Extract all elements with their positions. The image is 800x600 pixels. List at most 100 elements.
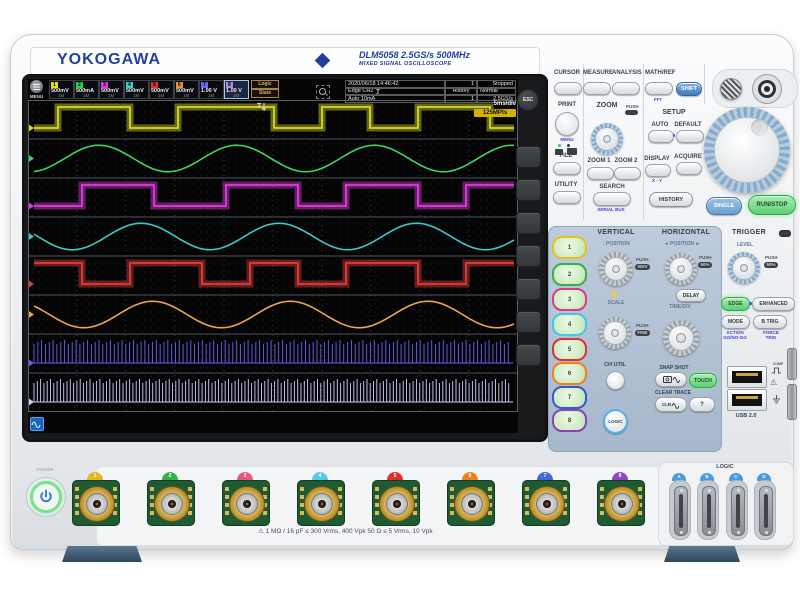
delay-button[interactable]: DELAY <box>676 289 706 302</box>
channel-1-button[interactable]: 1 <box>552 236 587 259</box>
channel-6-button[interactable]: 6 <box>552 362 587 385</box>
softkey-1[interactable] <box>516 146 541 168</box>
file-button[interactable] <box>553 162 581 175</box>
cursor-label: CURSOR <box>554 70 581 76</box>
edge-button[interactable]: EDGE <box>721 297 750 311</box>
print-menu-label: MENU <box>560 137 574 142</box>
cursor-button[interactable] <box>554 82 582 95</box>
horizontal-position-knob[interactable] <box>665 253 697 285</box>
waveform-display[interactable]: T <box>28 100 518 412</box>
channel-2-button[interactable]: 2 <box>552 263 587 286</box>
softkey-7[interactable] <box>516 344 541 366</box>
ch-util-label: CH UTIL <box>604 362 626 368</box>
ch-util-button[interactable] <box>606 371 625 390</box>
utility-label: UTILITY <box>554 182 578 188</box>
waveform-thumbnail-icon[interactable] <box>30 417 44 431</box>
bnc-input-1: 1 <box>69 472 121 534</box>
shift-button[interactable]: SHIFT <box>676 82 702 96</box>
state-chip[interactable]: State <box>251 89 279 98</box>
serial-bus-label: SERIAL BUS <box>597 207 625 212</box>
default-label: DEFAULT <box>674 122 702 128</box>
softkey-5[interactable] <box>516 278 541 300</box>
softkey-6[interactable] <box>516 311 541 333</box>
mode-button[interactable]: MODE <box>721 315 750 329</box>
utility-button[interactable] <box>553 191 581 204</box>
single-button[interactable]: SINGLE <box>706 197 742 215</box>
snap-shot-button[interactable] <box>655 372 687 387</box>
channel-badge-4[interactable]: 4 500mV 1M <box>124 80 149 99</box>
xy-label: X - Y <box>652 178 662 183</box>
channel-impedance: 1M <box>133 93 140 98</box>
run-stop-button[interactable]: RUN/STOP <box>748 195 796 215</box>
logic-port-a <box>669 480 691 540</box>
acquire-button[interactable] <box>676 162 702 175</box>
brand-bar: YOKOGAWA DLM5058 2.5GS/s 500MHz MIXED SI… <box>30 47 540 75</box>
default-setup-button[interactable] <box>676 130 704 143</box>
screen-menu-button[interactable] <box>30 80 43 93</box>
channel-impedance: 1M <box>108 93 115 98</box>
trigger-title: TRIGGER <box>732 229 766 236</box>
select-knob[interactable] <box>752 74 782 104</box>
channel-7-button[interactable]: 7 <box>552 386 587 409</box>
bnc-input-8: 8 <box>594 472 646 534</box>
trigger-led-2 <box>749 302 752 305</box>
channel-3-button[interactable]: 3 <box>552 288 587 311</box>
zoom-knob[interactable] <box>591 123 623 155</box>
channel-badge-8-selected[interactable]: 8 1.00 V 1M <box>224 80 249 99</box>
logic-chip[interactable]: Logic <box>251 80 279 89</box>
logic-button[interactable]: LOGIC <box>603 409 628 434</box>
help-button[interactable]: ? <box>689 397 715 412</box>
softkey-4[interactable] <box>516 245 541 267</box>
intensity-knob[interactable] <box>720 78 742 100</box>
channel-5-button[interactable]: 5 <box>552 338 587 361</box>
trigger-level-caption: LEVEL <box>736 242 754 248</box>
clear-trace-button[interactable]: CLR <box>655 397 687 412</box>
auto-setup-button[interactable] <box>648 130 674 143</box>
display-button[interactable] <box>645 164 671 177</box>
usb-port-2 <box>727 389 767 411</box>
menu-icon <box>33 84 40 90</box>
channel-badge-3[interactable]: 3 500mV 1M <box>99 80 124 99</box>
oscilloscope: YOKOGAWA DLM5058 2.5GS/s 500MHz MIXED SI… <box>0 0 800 600</box>
warning-symbol-icon: ⚠ <box>770 378 778 387</box>
gonogo-label: GO/NO-GO <box>723 335 747 340</box>
left-foot <box>62 546 142 562</box>
trigger-level-knob[interactable] <box>728 252 760 284</box>
zoom-push-pill <box>625 110 638 115</box>
trigger-source: Edge CH2 <box>345 87 445 96</box>
timediv-knob[interactable] <box>663 320 699 356</box>
power-button[interactable] <box>26 477 66 517</box>
channel-impedance: 1M <box>183 93 190 98</box>
channel-badge-6[interactable]: 6 500mV 1M <box>174 80 199 99</box>
channel-badge-7[interactable]: 7 1.00 V 1M <box>199 80 224 99</box>
zoom1-button[interactable] <box>587 167 614 180</box>
power-icon <box>40 489 52 503</box>
channel-badge-5[interactable]: 5 500mV 1M <box>149 80 174 99</box>
zoom2-button[interactable] <box>614 167 641 180</box>
softkey-2[interactable] <box>516 179 541 201</box>
touch-button[interactable]: TOUCH <box>689 373 717 388</box>
search-button[interactable] <box>593 192 631 206</box>
jog-shuttle-dial[interactable] <box>704 107 790 193</box>
channel-impedance: 1M <box>208 93 215 98</box>
vertical-push-label: PUSH <box>636 257 649 262</box>
channel-badge-2[interactable]: 2 500mA 1M <box>74 80 99 99</box>
print-button[interactable] <box>555 112 579 136</box>
trigger-push-label: PUSH <box>765 255 778 260</box>
zoom-search-icon[interactable] <box>316 85 330 99</box>
vertical-position-knob[interactable] <box>599 252 633 286</box>
channel-8-button[interactable]: 8 <box>552 409 587 432</box>
history-button[interactable]: HISTORY <box>649 192 693 207</box>
vertical-scale-knob[interactable] <box>599 317 631 349</box>
analysis-button[interactable] <box>612 82 640 95</box>
enhanced-button[interactable]: ENHANCED <box>752 297 795 311</box>
usb-port-1 <box>727 366 767 388</box>
softkey-3[interactable] <box>516 212 541 234</box>
measure-button[interactable] <box>583 82 611 95</box>
channel-4-button[interactable]: 4 <box>552 313 587 336</box>
b-trig-button[interactable]: B TRIG <box>753 315 787 329</box>
mathref-button[interactable] <box>645 82 673 95</box>
esc-button[interactable]: ESC <box>517 89 539 111</box>
channel-badge-1[interactable]: 1 500mV 1M <box>49 80 74 99</box>
right-foot <box>664 546 740 562</box>
